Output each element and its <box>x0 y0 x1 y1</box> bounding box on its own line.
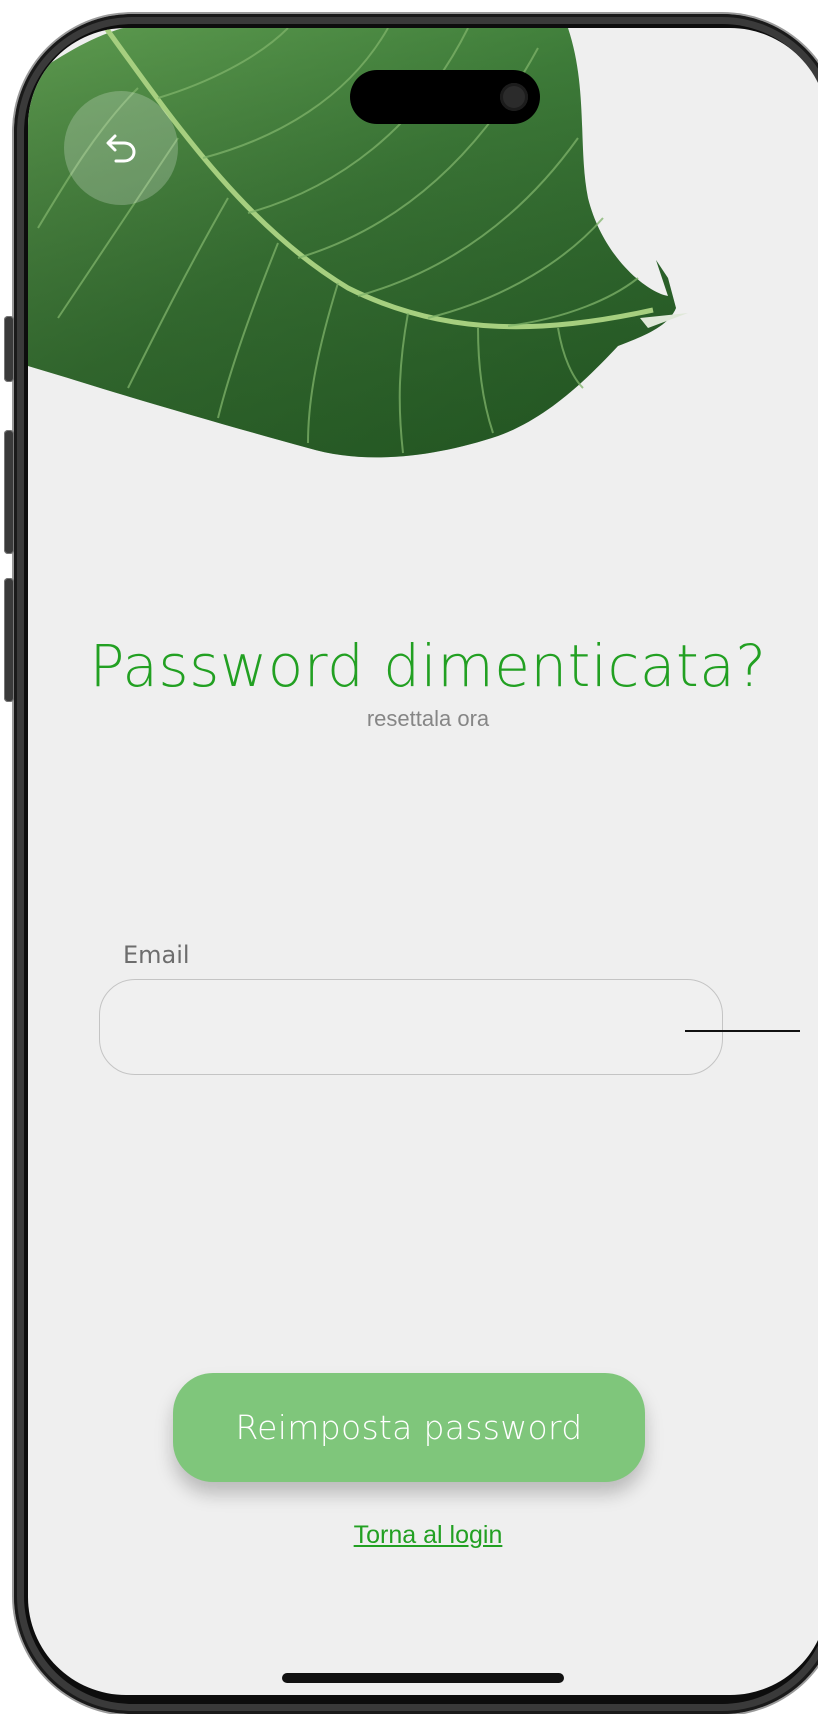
page-title: Password dimenticata? <box>89 632 767 700</box>
home-indicator <box>282 1673 564 1683</box>
back-button[interactable] <box>64 91 178 205</box>
dynamic-island <box>350 70 540 124</box>
page-subtitle: resettala ora <box>366 706 490 731</box>
volume-up-button <box>4 430 14 554</box>
reset-password-button[interactable]: Reimposta password <box>173 1373 645 1482</box>
back-to-login-link[interactable]: Torna al login <box>28 1521 818 1550</box>
app-screen: Password dimenticata? resettala ora Emai… <box>28 28 818 1695</box>
volume-down-button <box>4 578 14 702</box>
email-input[interactable] <box>99 979 723 1075</box>
email-label: Email <box>123 941 190 969</box>
undo-arrow-icon <box>106 134 136 163</box>
front-camera <box>500 83 528 111</box>
annotation-line <box>685 1030 800 1032</box>
mute-switch <box>4 316 14 382</box>
